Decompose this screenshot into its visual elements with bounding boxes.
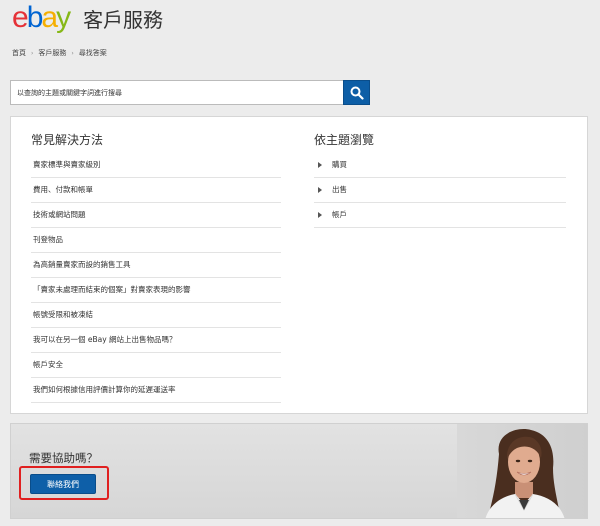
topic-item[interactable]: 出售: [314, 178, 566, 203]
breadcrumb: 首頁 › 客戶服務 › 尋找答案: [12, 48, 107, 58]
common-solution-link[interactable]: 「賣家未處理而結束的個案」對賣家表現的影響: [31, 278, 281, 303]
topic-item[interactable]: 購買: [314, 153, 566, 178]
topic-item[interactable]: 帳戶: [314, 203, 566, 228]
caret-right-icon: [318, 212, 322, 218]
header: ebay 客戶服務: [12, 2, 163, 34]
breadcrumb-customer-service[interactable]: 客戶服務: [38, 48, 66, 58]
topic-label: 購買: [332, 160, 347, 169]
common-solution-link[interactable]: 賣家標準與賣家級別: [31, 153, 281, 178]
search-bar: [10, 80, 370, 105]
search-button[interactable]: [343, 80, 370, 105]
common-solution-link[interactable]: 費用、付款和帳單: [31, 178, 281, 203]
breadcrumb-separator-icon: ›: [31, 49, 34, 57]
page-title: 客戶服務: [83, 7, 164, 32]
browse-by-topic-title: 依主題瀏覽: [314, 133, 375, 147]
breadcrumb-find-answers[interactable]: 尋找答案: [79, 48, 107, 58]
browse-by-topic-section: 依主題瀏覽 購買出售帳戶: [314, 131, 566, 228]
search-icon: [350, 86, 364, 100]
search-input[interactable]: [10, 80, 343, 105]
common-solution-link[interactable]: 我們如何根據信用評價計算你的延遲運送率: [31, 378, 281, 403]
common-solution-link[interactable]: 技術或網站問題: [31, 203, 281, 228]
topic-label: 帳戶: [332, 210, 347, 219]
common-solution-link[interactable]: 我可以在另一個 eBay 網站上出售物品嗎？: [31, 328, 281, 353]
logo-letter: y: [56, 1, 71, 34]
logo-letter: b: [26, 1, 44, 34]
common-solutions-title: 常見解決方法: [31, 133, 104, 147]
common-solution-link[interactable]: 刊登物品: [31, 228, 281, 253]
answers-card: 常見解決方法 賣家標準與賣家級別 費用、付款和帳單 技術或網站問題 刊登物品 為高銷量賣…: [10, 116, 588, 414]
common-solutions-list: 賣家標準與賣家級別 費用、付款和帳單 技術或網站問題 刊登物品 為高銷量賣家而設的銷售工…: [31, 153, 281, 403]
common-solution-link[interactable]: 為高銷量賣家而設的銷售工具: [31, 253, 281, 278]
common-solutions-section: 常見解決方法 賣家標準與賣家級別 費用、付款和帳單 技術或網站問題 刊登物品 為高銷量賣…: [31, 131, 281, 403]
logo-letter: e: [12, 1, 29, 34]
caret-right-icon: [318, 187, 322, 193]
ebay-logo[interactable]: ebay: [12, 1, 71, 34]
common-solution-link[interactable]: 帳戶安全: [31, 353, 281, 378]
breadcrumb-separator-icon: ›: [71, 49, 74, 57]
topic-label: 出售: [332, 185, 347, 194]
page: ebay 客戶服務 首頁 › 客戶服務 › 尋找答案 常見解決方法 賣家標準與賣…: [0, 0, 600, 526]
contact-us-button[interactable]: 聯絡我們: [30, 474, 96, 494]
contact-highlight: 聯絡我們: [19, 466, 109, 500]
logo-letter: a: [41, 1, 58, 34]
support-agent-photo: [457, 424, 587, 518]
breadcrumb-home[interactable]: 首頁: [12, 48, 26, 58]
caret-right-icon: [318, 162, 322, 168]
help-title: 需要協助嗎？: [29, 451, 98, 465]
common-solution-link[interactable]: 帳號受限和被凍結: [31, 303, 281, 328]
help-banner: 需要協助嗎？ 聯絡我們: [10, 423, 588, 519]
topic-list: 購買 出售 帳戶: [314, 153, 566, 228]
